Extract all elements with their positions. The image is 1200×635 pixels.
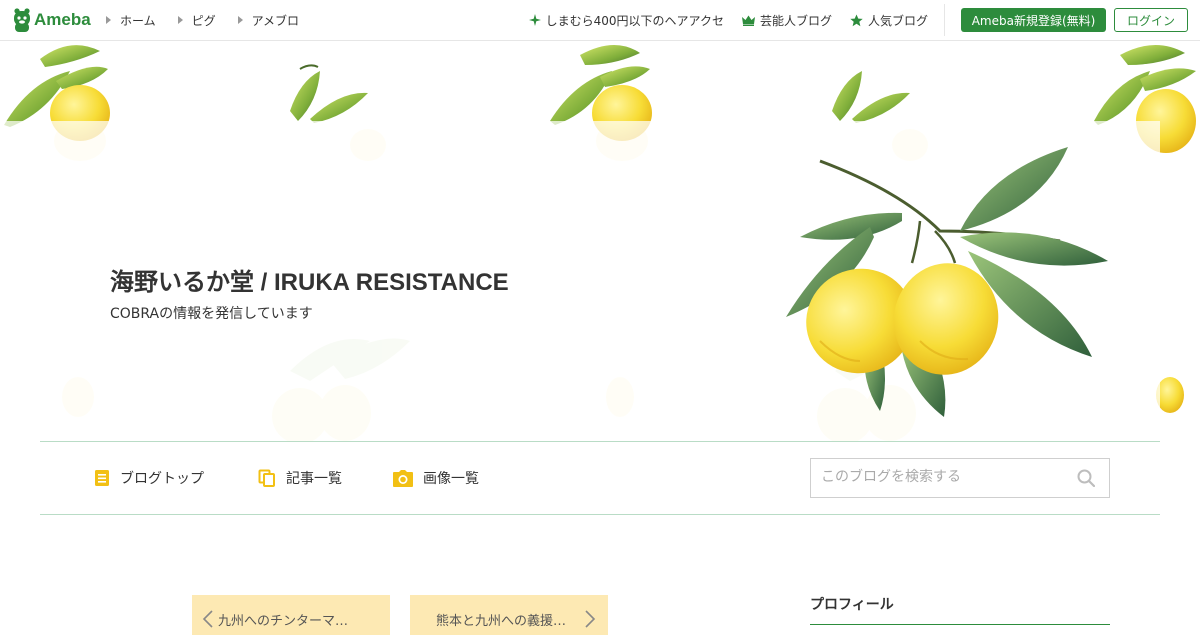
logo-text: Ameba — [34, 10, 91, 29]
divider — [40, 514, 1160, 515]
celebrity-blog-label: 芸能人ブログ — [759, 13, 832, 28]
document-icon — [95, 470, 109, 486]
sparkle-icon — [528, 14, 541, 26]
star-icon — [850, 14, 863, 26]
global-nav: ホーム ピグ アメブロ — [106, 0, 321, 40]
next-article-title: 熊本と九州への義援… — [436, 614, 567, 629]
divider — [40, 441, 1160, 442]
popular-blog-label: 人気ブログ — [867, 13, 928, 28]
menu-image-list[interactable]: 画像一覧 — [393, 467, 479, 489]
blog-search-input[interactable] — [811, 459, 1071, 495]
triangle-right-icon — [237, 16, 243, 24]
login-button[interactable]: ログイン — [1114, 8, 1188, 32]
blog-description: COBRAの情報を発信しています — [110, 306, 313, 322]
menu-article-list-label: 記事一覧 — [286, 471, 342, 487]
search-icon[interactable] — [1077, 469, 1095, 487]
profile-heading-underline — [810, 624, 1110, 625]
profile-heading: プロフィール — [810, 597, 894, 613]
copy-icon — [258, 469, 275, 487]
nav-ameblo-label: アメブロ — [251, 13, 300, 28]
promo-link-label: しまむら400円以下のヘアアクセ — [545, 13, 724, 28]
promo-nav: しまむら400円以下のヘアアクセ 芸能人ブログ 人気ブログ — [511, 0, 928, 40]
blog-search — [810, 458, 1110, 498]
lemon-background-illustration — [0, 44, 1196, 441]
menu-image-list-label: 画像一覧 — [423, 471, 479, 487]
menu-blog-top-label: ブログトップ — [120, 471, 204, 487]
signup-button[interactable]: Ameba新規登録(無料) — [961, 8, 1106, 32]
divider — [944, 4, 945, 36]
nav-home[interactable]: ホーム — [106, 12, 156, 29]
ameba-logo[interactable]: Ameba — [12, 7, 91, 33]
chevron-left-icon — [202, 610, 213, 628]
nav-home-label: ホーム — [120, 13, 156, 28]
crown-icon — [741, 15, 755, 26]
ameba-mascot-icon — [14, 8, 30, 32]
prev-article-button[interactable]: 九州へのチンターマ… — [192, 595, 390, 635]
global-header: Ameba ホーム ピグ アメブロ しまむら400円以下のヘアアクセ 芸能人ブロ… — [0, 0, 1200, 41]
blog-title[interactable]: 海野いるか堂 / IRUKA RESISTANCE — [110, 262, 509, 297]
celebrity-blog-link[interactable]: 芸能人ブログ — [741, 12, 832, 29]
next-article-button[interactable]: 熊本と九州への義援… — [410, 595, 608, 635]
promo-link-hair-accessory[interactable]: しまむら400円以下のヘアアクセ — [528, 12, 724, 29]
prev-article-title: 九州へのチンターマ… — [218, 614, 349, 629]
camera-icon — [393, 469, 413, 487]
menu-article-list[interactable]: 記事一覧 — [258, 467, 342, 489]
triangle-right-icon — [177, 16, 183, 24]
nav-pigg[interactable]: ピグ — [177, 12, 216, 29]
nav-ameblo[interactable]: アメブロ — [237, 12, 300, 29]
nav-pigg-label: ピグ — [191, 13, 216, 28]
popular-blog-link[interactable]: 人気ブログ — [850, 12, 928, 29]
triangle-right-icon — [106, 16, 111, 24]
menu-blog-top[interactable]: ブログトップ — [94, 467, 204, 489]
chevron-right-icon — [585, 610, 596, 628]
blog-header: 海野いるか堂 / IRUKA RESISTANCE COBRAの情報を発信してい… — [0, 41, 1200, 441]
